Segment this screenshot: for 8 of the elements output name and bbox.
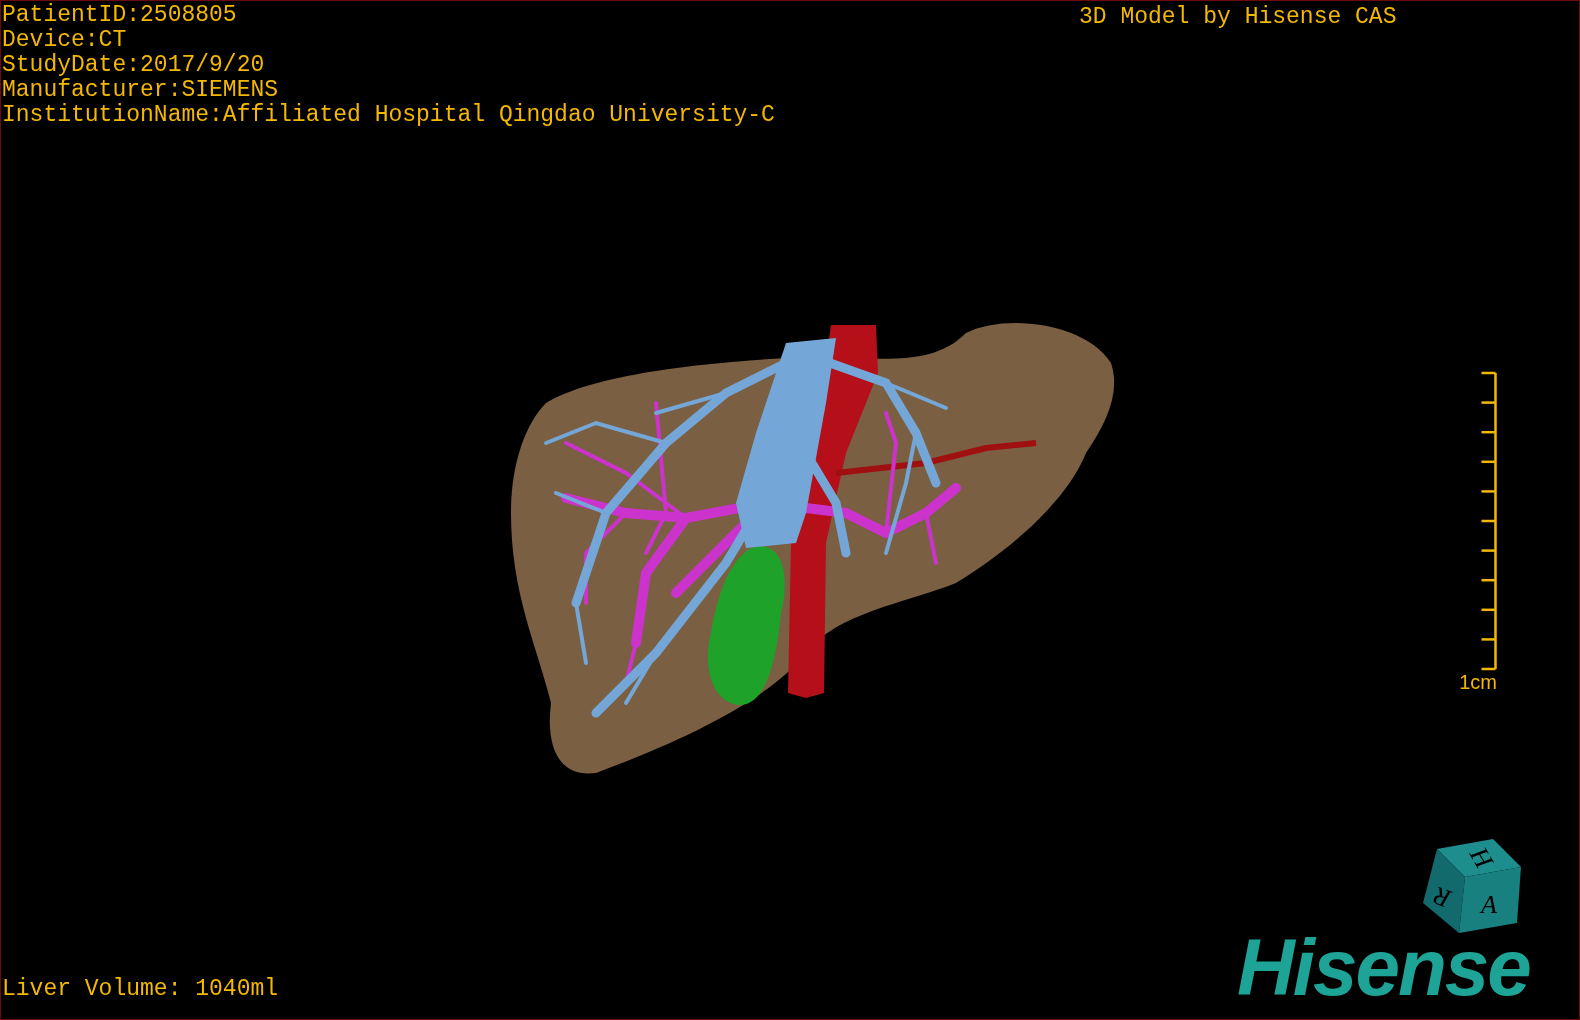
scale-label: 1cm xyxy=(1459,671,1497,693)
info-line: Device:CT xyxy=(2,28,127,53)
model-credit-text: 3D Model by Hisense CAS xyxy=(1079,5,1397,30)
info-line: PatientID:2508805 xyxy=(2,3,237,28)
liver-volume-text: Liver Volume: 1040ml xyxy=(2,977,279,1002)
info-line: Manufacturer:SIEMENS xyxy=(2,78,279,103)
info-line: StudyDate:2017/9/20 xyxy=(2,53,265,78)
info-line: InstitutionName:Affiliated Hospital Qingdao University-C xyxy=(2,103,775,128)
